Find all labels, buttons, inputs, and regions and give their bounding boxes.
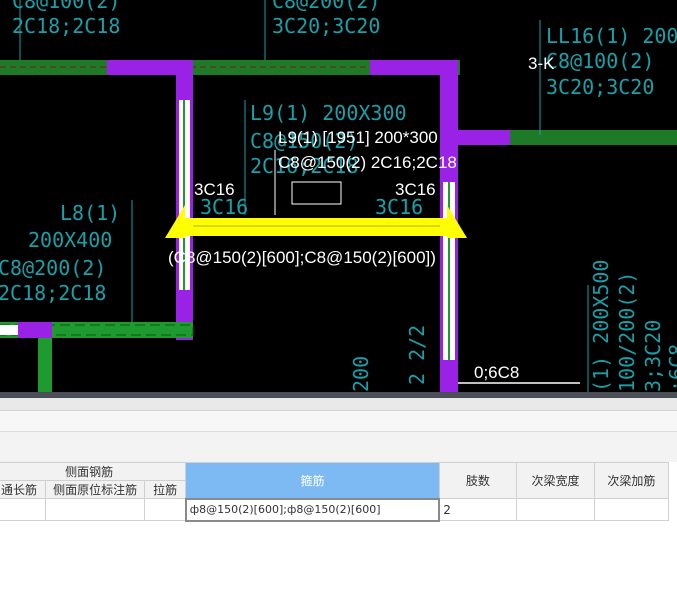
cad-label-l81: L8(1) bbox=[60, 201, 120, 225]
property-grid: 侧面钢筋 箍筋 肢数 次梁宽度 次梁加筋 通长筋 侧面原位标注筋 拉筋 ф8@1… bbox=[0, 462, 677, 610]
cad-label-l91: L9(1) 200X300 bbox=[250, 101, 407, 125]
axis-label: 3-K bbox=[528, 54, 555, 73]
cad-label-bv2: 2 2/2 bbox=[405, 325, 429, 385]
cad-label-tr3: 3C20;3C20 bbox=[546, 75, 654, 99]
cad-label-tr2: C8@100(2) bbox=[546, 49, 654, 73]
cell-secondary-width[interactable] bbox=[516, 498, 595, 521]
column-header-continuous[interactable]: 通长筋 bbox=[0, 480, 46, 499]
column-header-side-inplace[interactable]: 侧面原位标注筋 bbox=[44, 480, 146, 499]
stirrup-note-label: (C8@150(2)[600];C8@150(2)[600]) bbox=[168, 248, 436, 267]
cell-legs[interactable]: 2 bbox=[438, 498, 518, 521]
cad-label-tl2: 2C18;2C18 bbox=[12, 14, 120, 38]
right-bar-label: 3C16 bbox=[395, 180, 436, 199]
cad-label-rv4: ;6C8 bbox=[665, 344, 677, 392]
panel-toolstrip bbox=[0, 398, 677, 411]
selected-beam-yellow[interactable] bbox=[185, 218, 447, 236]
beam-spec-label: C8@150(2) 2C16;2C18 bbox=[278, 153, 457, 172]
cad-drawing-canvas[interactable]: C8@100(2) 2C18;2C18 C8@200(2) 3C20;3C20 … bbox=[0, 0, 677, 392]
bottom-note-label: 0;6C8 bbox=[474, 363, 519, 382]
property-panel: 侧面钢筋 箍筋 肢数 次梁宽度 次梁加筋 通长筋 侧面原位标注筋 拉筋 ф8@1… bbox=[0, 398, 677, 610]
cad-label-rv3: 3;3C20 bbox=[641, 320, 665, 392]
property-table: 侧面钢筋 箍筋 肢数 次梁宽度 次梁加筋 通长筋 侧面原位标注筋 拉筋 ф8@1… bbox=[0, 462, 670, 522]
cell-stirrup-editing[interactable]: ф8@150(2)[600];ф8@150(2)[600] bbox=[184, 497, 441, 522]
column-header-tie[interactable]: 拉筋 bbox=[144, 480, 187, 499]
cad-drawing: C8@100(2) 2C18;2C18 C8@200(2) 3C20;3C20 … bbox=[0, 0, 677, 392]
column-header-stirrup[interactable]: 箍筋 bbox=[185, 462, 440, 499]
beam-lower-left-white bbox=[0, 325, 18, 335]
cad-label-tr1: LL16(1) 200X52 bbox=[546, 24, 677, 48]
beam-name-label: L9(1) [1951] 200*300 bbox=[278, 128, 438, 147]
panel-subbar bbox=[0, 411, 677, 432]
beam-lower-left-purple bbox=[18, 322, 52, 338]
cell-continuous[interactable] bbox=[0, 498, 46, 521]
cell-tie[interactable] bbox=[144, 498, 187, 521]
beam-lower-vertical bbox=[38, 338, 52, 392]
section-box bbox=[291, 181, 342, 205]
cad-label-l82: 200X400 bbox=[28, 228, 112, 252]
table-row: ф8@150(2)[600];ф8@150(2)[600] 2 bbox=[0, 497, 670, 522]
column-header-secondary-width[interactable]: 次梁宽度 bbox=[516, 462, 595, 499]
cell-secondary-rebar[interactable] bbox=[593, 498, 670, 521]
column-header-legs[interactable]: 肢数 bbox=[438, 462, 518, 499]
left-bar-label: 3C16 bbox=[194, 180, 235, 199]
beam-right-purple bbox=[458, 130, 510, 145]
cad-label-tl1: C8@100(2) bbox=[12, 0, 120, 13]
cad-label-rv1: (1) 200X500 bbox=[589, 260, 613, 392]
group-header-side-rebar: 侧面钢筋 bbox=[0, 462, 187, 481]
cell-side-inplace[interactable] bbox=[44, 498, 146, 521]
column-header-secondary-rebar[interactable]: 次梁加筋 bbox=[593, 462, 670, 499]
cad-label-l83: C8@200(2) bbox=[0, 256, 106, 280]
cad-label-bv1: 200 bbox=[349, 356, 373, 392]
cad-label-tc1: C8@200(2) bbox=[272, 0, 380, 13]
cad-label-l84: 2C18;2C18 bbox=[0, 281, 106, 305]
cad-label-tc2: 3C20;3C20 bbox=[272, 14, 380, 38]
cad-label-rv2: 100/200(2) bbox=[615, 272, 639, 392]
